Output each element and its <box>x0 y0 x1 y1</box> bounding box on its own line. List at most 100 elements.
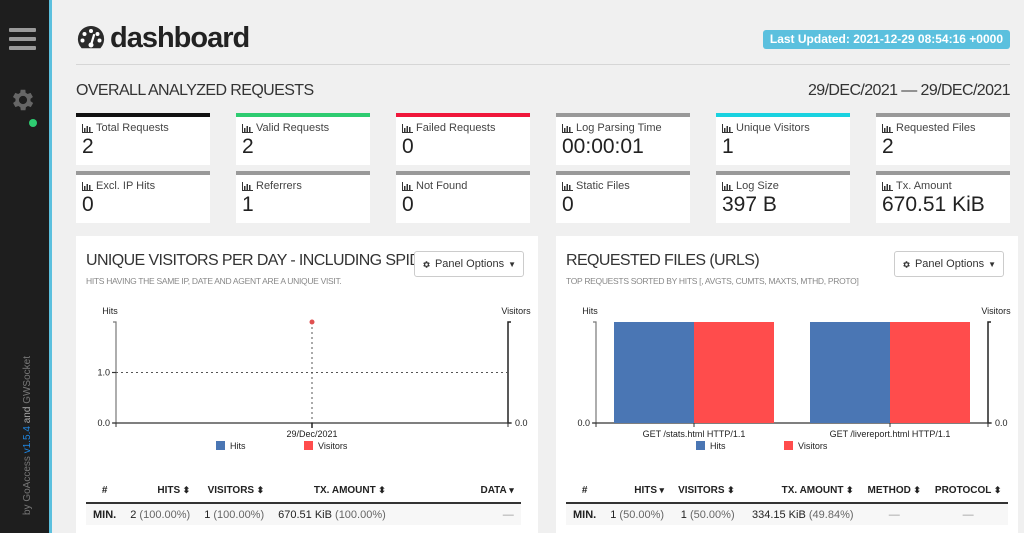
gear-icon <box>903 260 910 268</box>
credits-and: and <box>22 403 33 427</box>
column-header[interactable]: PROTOCOL ⬍ <box>927 479 1009 504</box>
panel-options-button[interactable]: Panel Options ▼ <box>893 251 1004 277</box>
version-link[interactable]: v1.5.4 <box>22 426 33 453</box>
stat-label: Tx. Amount <box>882 180 1004 192</box>
y-tick-label: 0.0 <box>577 418 590 428</box>
bar-chart-icon <box>242 123 253 133</box>
column-header[interactable]: VISITORS ⬍ <box>671 479 742 504</box>
bar-chart-icon <box>82 123 93 133</box>
column-header[interactable]: VISITORS ⬍ <box>197 479 272 504</box>
requests-chart: Hits Visitors 0.0 0.0 GET /stats.html HTTP/1… <box>577 306 1011 451</box>
column-header-label: TX. AMOUNT <box>781 485 844 496</box>
column-header[interactable]: METHOD ⬍ <box>860 479 928 504</box>
bar-chart-icon <box>882 123 893 133</box>
stat-card: Failed Requests 0 <box>396 113 530 165</box>
data-value: — <box>502 508 514 521</box>
stat-card: Unique Visitors 1 <box>716 113 850 165</box>
stat-value: 2 <box>82 135 94 158</box>
table-cell: — <box>392 503 521 525</box>
hits-percent: (50.00%) <box>619 508 665 521</box>
sort-desc-icon: ▾ <box>506 485 514 495</box>
stat-label: Requested Files <box>882 122 1004 134</box>
table-cell: 1 (100.00%) <box>197 503 272 525</box>
stat-label: Total Requests <box>82 122 204 134</box>
table-cell: — <box>860 503 928 525</box>
stat-label: Valid Requests <box>242 122 364 134</box>
gwsocket-link[interactable]: GWSocket <box>22 356 33 404</box>
stat-card: Requested Files 2 <box>876 113 1010 165</box>
page-header: dashboard <box>76 22 250 55</box>
bar-hits <box>614 322 694 423</box>
sort-icon: ⬍ <box>724 485 735 495</box>
bar-chart-icon <box>242 181 253 191</box>
bar-chart-icon <box>402 123 413 133</box>
sidebar: by GoAccess v1.5.4 and GWSocket <box>0 0 52 533</box>
stat-card: Not Found 0 <box>396 171 530 223</box>
panel-options-label: Panel Options <box>434 258 505 270</box>
y-axis-right <box>507 321 511 424</box>
bar-chart-icon <box>722 123 733 133</box>
connection-status-dot <box>29 119 37 127</box>
column-header-label: HITS <box>157 485 181 496</box>
overall-section-title: OVERALL ANALYZED REQUESTS <box>76 82 314 99</box>
stat-label: Log Parsing Time <box>562 122 684 134</box>
legend-swatch-hits <box>216 441 225 450</box>
panel-options-label: Panel Options <box>914 258 985 270</box>
column-header[interactable]: HITS ⬍ <box>123 479 198 504</box>
y-axis-right-label: Visitors <box>981 306 1011 316</box>
gear-icon[interactable] <box>9 86 37 114</box>
table-cell: 2 (100.00%) <box>123 503 198 525</box>
panel-requests: REQUESTED FILES (URLS) TOP REQUESTS SORT… <box>556 236 1018 533</box>
stat-value: 0 <box>562 193 574 216</box>
column-header-label: PROTOCOL <box>934 485 992 496</box>
table-row: MIN. 2 (100.00%) 1 (100.00%) 670.51 KiB (10… <box>86 503 521 525</box>
protocol-value: — <box>962 508 974 521</box>
stat-label: Unique Visitors <box>722 122 844 134</box>
stat-label-text: Requested Files <box>896 122 976 134</box>
bar-chart-icon <box>82 181 93 191</box>
legend-swatch-visitors <box>784 441 793 450</box>
x-tick-label: GET /stats.html HTTP/1.1 <box>643 429 746 439</box>
sort-icon: ⬍ <box>254 485 265 495</box>
stat-label-text: Tx. Amount <box>896 180 952 192</box>
bar-visitors <box>890 322 970 423</box>
stat-value: 2 <box>882 135 894 158</box>
column-header-label: # <box>101 485 108 496</box>
hamburger-menu-icon[interactable] <box>9 28 36 52</box>
row-label: MIN. <box>93 508 117 521</box>
caret-down-icon: ▼ <box>508 259 516 269</box>
bar-chart-icon <box>722 181 733 191</box>
stat-card: Valid Requests 2 <box>236 113 370 165</box>
panel-options-button[interactable]: Panel Options ▼ <box>413 251 524 277</box>
stat-card: Excl. IP Hits 0 <box>76 171 210 223</box>
hits-value: 2 <box>130 508 137 521</box>
row-label: MIN. <box>573 508 597 521</box>
panel-title: REQUESTED FILES (URLS) <box>566 252 760 269</box>
column-header[interactable]: TX. AMOUNT ⬍ <box>741 479 861 504</box>
stat-card: Log Size 397 B <box>716 171 850 223</box>
stat-value: 2 <box>242 135 254 158</box>
stat-label-text: Referrers <box>256 180 302 192</box>
stat-card: Referrers 1 <box>236 171 370 223</box>
bar-chart-icon <box>402 181 413 191</box>
x-tick-label: GET /livereport.html HTTP/1.1 <box>830 429 951 439</box>
stat-value: 0 <box>82 193 94 216</box>
stat-label-text: Log Parsing Time <box>576 122 662 134</box>
visitors-value: 1 <box>680 508 687 521</box>
column-header[interactable]: TX. AMOUNT ⬍ <box>271 479 393 504</box>
stat-label: Log Size <box>722 180 844 192</box>
y-tick-label: 0.0 <box>97 418 110 428</box>
table-cell: 334.15 KiB (49.84%) <box>741 503 861 525</box>
column-header: # <box>86 479 124 504</box>
column-header-label: VISITORS <box>678 485 725 496</box>
y-tick-label: 0.0 <box>995 418 1008 428</box>
data-point-hits <box>309 319 315 325</box>
last-updated-badge: Last Updated: 2021-12-29 08:54:16 +0000 <box>762 30 1010 49</box>
column-header[interactable]: HITS ▾ <box>603 479 672 504</box>
legend-swatch-hits <box>696 441 705 450</box>
column-header[interactable]: DATA ▾ <box>392 479 521 504</box>
stat-value: 0 <box>402 135 414 158</box>
y-tick-label: 0.0 <box>515 418 528 428</box>
sort-icon: ⬍ <box>843 485 854 495</box>
bar-chart-icon <box>882 181 893 191</box>
